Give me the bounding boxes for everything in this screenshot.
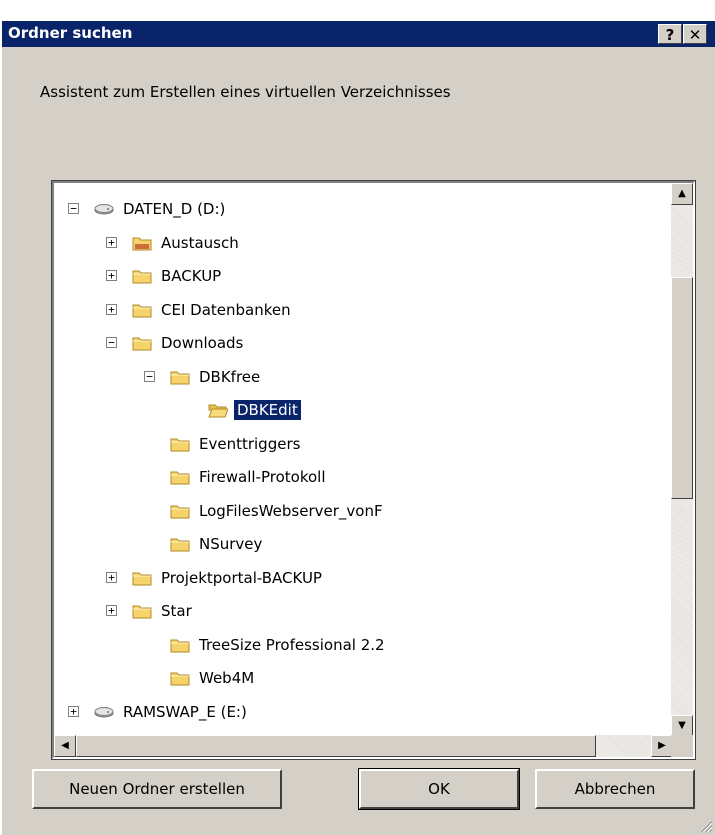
- drive-icon: [94, 706, 114, 717]
- tree-node-label: Eventtriggers: [199, 434, 301, 453]
- tree-node[interactable]: Web4M: [170, 664, 257, 692]
- ok-button[interactable]: OK: [358, 768, 520, 810]
- folder-icon: [170, 538, 190, 552]
- browse-folder-dialog: Ordner suchen ? ✕ Assistent zum Erstelle…: [0, 20, 715, 835]
- open-folder-icon: [208, 404, 228, 418]
- tree-node[interactable]: DATEN_D (D:): [94, 195, 228, 223]
- tree-expander-icon[interactable]: −: [68, 203, 79, 214]
- tree-node[interactable]: BACKUP: [132, 262, 224, 290]
- help-button[interactable]: ?: [658, 24, 682, 44]
- tree-node-label: LogFilesWebserver_vonF: [199, 501, 383, 520]
- tree-node-label: Firewall-Protokoll: [199, 468, 326, 486]
- horizontal-scrollbar[interactable]: ◀ ▶: [54, 735, 673, 757]
- tree-expander-icon[interactable]: +: [106, 605, 117, 616]
- title-bar[interactable]: Ordner suchen ? ✕: [2, 21, 715, 47]
- folder-tree[interactable]: − DATEN_D (D:) + Austausch + BACKUP + CEI Daten…: [51, 180, 696, 760]
- folder-icon: [132, 337, 152, 351]
- tree-expander-icon[interactable]: −: [144, 370, 155, 382]
- tree-node-label: TreeSize Professional 2.2: [199, 635, 385, 654]
- tree-node[interactable]: Star: [132, 597, 195, 625]
- tree-node[interactable]: DBKEdit: [208, 396, 302, 424]
- tree-node-label: Projektportal-BACKUP: [161, 568, 322, 587]
- tree-node-label: Downloads: [161, 334, 244, 352]
- folder-icon: [170, 505, 190, 518]
- tree-expander-icon[interactable]: +: [106, 303, 117, 315]
- tree-node-label: BACKUP: [161, 267, 222, 285]
- scroll-up-button[interactable]: ▲: [671, 183, 693, 205]
- tree-node[interactable]: RAMSWAP_E (E:): [94, 698, 250, 726]
- resize-grip-icon[interactable]: [699, 819, 713, 833]
- tree-node[interactable]: Austausch: [132, 229, 242, 257]
- tree-node-label: RAMSWAP_E (E:): [123, 702, 247, 721]
- tree-node-label: Star: [161, 602, 192, 620]
- folder-icon: [132, 304, 152, 317]
- folder-icon: [132, 605, 152, 619]
- drive-icon: [94, 204, 114, 215]
- horizontal-scroll-thumb[interactable]: [76, 735, 596, 757]
- close-button[interactable]: ✕: [683, 24, 707, 44]
- tree-node[interactable]: TreeSize Professional 2.2: [170, 631, 388, 659]
- tree-expander-icon[interactable]: +: [106, 236, 117, 248]
- tree-node[interactable]: Downloads: [132, 329, 246, 357]
- tree-expander-icon[interactable]: −: [106, 337, 117, 348]
- tree-node-label: NSurvey: [199, 535, 263, 553]
- tree-node-label: DBKfree: [199, 367, 261, 386]
- tree-expander-icon[interactable]: +: [106, 571, 117, 583]
- tree-node[interactable]: Projektportal-BACKUP: [132, 564, 325, 592]
- scroll-right-button[interactable]: ▶: [651, 735, 673, 757]
- folder-icon: [170, 639, 190, 652]
- folder-icon: [170, 471, 190, 485]
- folder-icon: [132, 270, 152, 284]
- folder-icon: [170, 438, 190, 451]
- scroll-left-button[interactable]: ◀: [54, 735, 76, 757]
- tree-node-label: DATEN_D (D:): [123, 200, 226, 218]
- vertical-scroll-thumb[interactable]: [671, 277, 693, 499]
- new-folder-button-label: Neuen Ordner erstellen: [69, 780, 245, 798]
- new-folder-button[interactable]: Neuen Ordner erstellen: [32, 769, 282, 809]
- cancel-button-label: Abbrechen: [574, 780, 656, 798]
- tree-node[interactable]: CEI Datenbanken: [132, 296, 294, 324]
- ok-button-label: OK: [428, 780, 450, 798]
- tree-node[interactable]: LogFilesWebserver_vonF: [170, 497, 386, 525]
- cancel-button[interactable]: Abbrechen: [535, 769, 695, 809]
- tree-node[interactable]: DBKfree: [170, 363, 263, 391]
- tree-node[interactable]: Eventtriggers: [170, 430, 303, 458]
- folder-icon: [170, 371, 190, 384]
- tree-node-label: CEI Datenbanken: [161, 300, 291, 319]
- scroll-down-button[interactable]: ▼: [671, 715, 693, 737]
- folder-icon: [132, 572, 152, 585]
- vertical-scrollbar[interactable]: ▲ ▼: [671, 183, 693, 737]
- dialog-description: Assistent zum Erstellen eines virtuellen…: [40, 83, 451, 101]
- tree-expander-icon[interactable]: +: [106, 270, 117, 281]
- tree-node[interactable]: NSurvey: [170, 530, 265, 558]
- window-title: Ordner suchen: [8, 24, 133, 42]
- shared-folder-icon: [132, 237, 152, 250]
- scrollbar-corner: [671, 735, 693, 757]
- tree-node-label: Austausch: [161, 233, 239, 252]
- tree-node-label: DBKEdit: [233, 399, 302, 421]
- tree-node[interactable]: Firewall-Protokoll: [170, 463, 329, 491]
- tree-node-label: Web4M: [199, 669, 255, 687]
- tree-expander-icon[interactable]: +: [68, 705, 79, 717]
- folder-icon: [170, 672, 190, 686]
